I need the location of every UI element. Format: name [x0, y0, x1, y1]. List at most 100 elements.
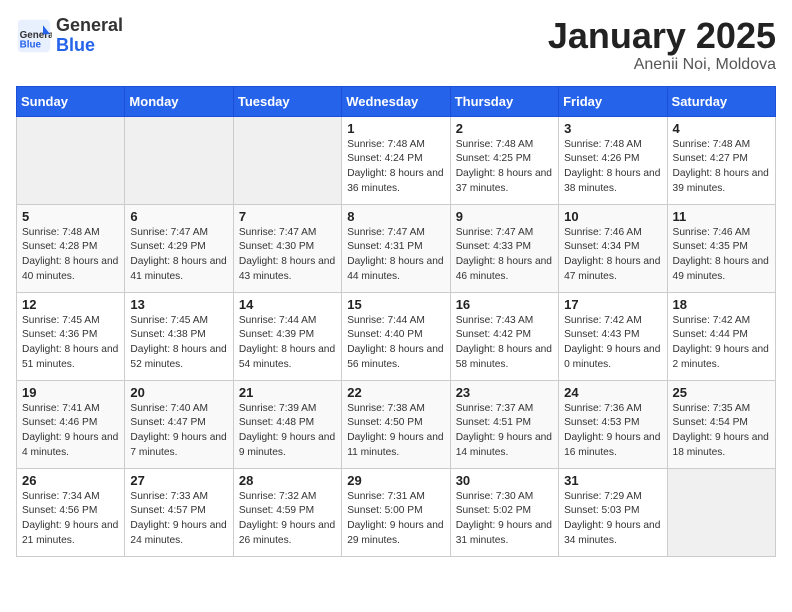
sunset-text: Sunset: 4:30 PM	[239, 241, 314, 252]
weekday-header-saturday: Saturday	[667, 86, 775, 116]
sunrise-text: Sunrise: 7:48 AM	[673, 139, 751, 150]
calendar-cell: 8Sunrise: 7:47 AMSunset: 4:31 PMDaylight…	[342, 204, 450, 292]
day-number: 1	[347, 121, 444, 136]
cell-content: Sunrise: 7:48 AMSunset: 4:24 PMDaylight:…	[347, 138, 444, 197]
day-number: 10	[564, 209, 661, 224]
sunset-text: Sunset: 4:42 PM	[456, 329, 531, 340]
calendar-cell: 27Sunrise: 7:33 AMSunset: 4:57 PMDayligh…	[125, 468, 233, 556]
sunrise-text: Sunrise: 7:36 AM	[564, 403, 642, 414]
weekday-row: SundayMondayTuesdayWednesdayThursdayFrid…	[17, 86, 776, 116]
day-number: 30	[456, 473, 553, 488]
calendar-week-3: 12 Sunrise: 7:45 AM Sunset: 4:36 PM Dayligh…	[17, 292, 776, 380]
logo-general-text: General	[56, 15, 123, 35]
sunset-text: Sunset: 4:34 PM	[564, 241, 639, 252]
cell-content: Sunrise: 7:39 AMSunset: 4:48 PMDaylight:…	[239, 402, 336, 461]
daylight-text: Daylight: 8 hours and 51 minutes.	[22, 344, 118, 370]
weekday-header-monday: Monday	[125, 86, 233, 116]
sunrise-text: Sunrise: 7:47 AM	[347, 227, 425, 238]
sunset-text: Sunset: 4:33 PM	[456, 241, 531, 252]
cell-content: Sunrise: 7:47 AMSunset: 4:30 PMDaylight:…	[239, 226, 336, 285]
sunrise-text: Sunrise: 7:44 AM	[239, 315, 317, 326]
day-number: 12	[22, 297, 119, 312]
calendar-cell: 5Sunrise: 7:48 AMSunset: 4:28 PMDaylight…	[17, 204, 125, 292]
location-subtitle: Anenii Noi, Moldova	[548, 56, 776, 74]
daylight-text: Daylight: 8 hours and 54 minutes.	[239, 344, 335, 370]
day-number: 9	[456, 209, 553, 224]
sunset-text: Sunset: 4:43 PM	[564, 329, 639, 340]
calendar-cell: 29Sunrise: 7:31 AMSunset: 5:00 PMDayligh…	[342, 468, 450, 556]
daylight-text: Daylight: 9 hours and 9 minutes.	[239, 432, 335, 458]
sunset-text: Sunset: 4:48 PM	[239, 417, 314, 428]
sunrise-text: Sunrise: 7:35 AM	[673, 403, 751, 414]
cell-content: Sunrise: 7:41 AMSunset: 4:46 PMDaylight:…	[22, 402, 119, 461]
sunset-text: Sunset: 4:27 PM	[673, 153, 748, 164]
cell-content: Sunrise: 7:46 AMSunset: 4:35 PMDaylight:…	[673, 226, 770, 285]
cell-content: Sunrise: 7:47 AMSunset: 4:31 PMDaylight:…	[347, 226, 444, 285]
calendar-cell: 7Sunrise: 7:47 AMSunset: 4:30 PMDaylight…	[233, 204, 341, 292]
daylight-text: Daylight: 8 hours and 39 minutes.	[673, 168, 769, 194]
sunrise-text: Sunrise: 7:47 AM	[130, 227, 208, 238]
sunset-text: Sunset: 4:36 PM	[22, 329, 97, 340]
sunrise-text: Sunrise: 7:48 AM	[456, 139, 534, 150]
calendar-cell: 6Sunrise: 7:47 AMSunset: 4:29 PMDaylight…	[125, 204, 233, 292]
cell-content: Sunrise: 7:38 AMSunset: 4:50 PMDaylight:…	[347, 402, 444, 461]
daylight-text: Daylight: 8 hours and 56 minutes.	[347, 344, 443, 370]
calendar-cell: 12 Sunrise: 7:45 AM Sunset: 4:36 PM Dayligh…	[17, 292, 125, 380]
cell-content: Sunrise: 7:30 AMSunset: 5:02 PMDaylight:…	[456, 490, 553, 549]
daylight-text: Daylight: 9 hours and 18 minutes.	[673, 432, 769, 458]
cell-content: Sunrise: 7:33 AMSunset: 4:57 PMDaylight:…	[130, 490, 227, 549]
sunset-text: Sunset: 4:35 PM	[673, 241, 748, 252]
sunset-text: Sunset: 4:47 PM	[130, 417, 205, 428]
sunrise-text: Sunrise: 7:46 AM	[564, 227, 642, 238]
sunset-text: Sunset: 4:38 PM	[130, 329, 205, 340]
sunset-text: Sunset: 4:59 PM	[239, 505, 314, 516]
calendar-week-5: 26Sunrise: 7:34 AMSunset: 4:56 PMDayligh…	[17, 468, 776, 556]
sunset-text: Sunset: 4:51 PM	[456, 417, 531, 428]
sunrise-text: Sunrise: 7:37 AM	[456, 403, 534, 414]
sunrise-text: Sunrise: 7:34 AM	[22, 491, 100, 502]
daylight-text: Daylight: 9 hours and 26 minutes.	[239, 520, 335, 546]
calendar-cell	[233, 116, 341, 204]
day-number: 28	[239, 473, 336, 488]
sunrise-text: Sunrise: 7:47 AM	[239, 227, 317, 238]
daylight-text: Daylight: 9 hours and 34 minutes.	[564, 520, 660, 546]
sunset-text: Sunset: 4:39 PM	[239, 329, 314, 340]
sunrise-text: Sunrise: 7:48 AM	[564, 139, 642, 150]
daylight-text: Daylight: 9 hours and 2 minutes.	[673, 344, 769, 370]
calendar-cell: 14Sunrise: 7:44 AMSunset: 4:39 PMDayligh…	[233, 292, 341, 380]
day-number: 20	[130, 385, 227, 400]
title-block: January 2025 Anenii Noi, Moldova	[548, 16, 776, 74]
sunrise-text: Sunrise: 7:45 AM	[22, 315, 100, 326]
cell-content: Sunrise: 7:42 AMSunset: 4:44 PMDaylight:…	[673, 314, 770, 373]
calendar-cell: 23Sunrise: 7:37 AMSunset: 4:51 PMDayligh…	[450, 380, 558, 468]
weekday-header-sunday: Sunday	[17, 86, 125, 116]
logo-icon: General Blue	[16, 18, 52, 54]
day-number: 5	[22, 209, 119, 224]
day-number: 3	[564, 121, 661, 136]
sunset-text: Sunset: 4:25 PM	[456, 153, 531, 164]
calendar-cell: 17Sunrise: 7:42 AMSunset: 4:43 PMDayligh…	[559, 292, 667, 380]
sunrise-text: Sunrise: 7:48 AM	[347, 139, 425, 150]
calendar-cell: 20 Sunrise: 7:40 AMSunset: 4:47 PMDayligh…	[125, 380, 233, 468]
calendar-cell: 19Sunrise: 7:41 AMSunset: 4:46 PMDayligh…	[17, 380, 125, 468]
calendar-cell: 9Sunrise: 7:47 AMSunset: 4:33 PMDaylight…	[450, 204, 558, 292]
calendar-week-2: 5Sunrise: 7:48 AMSunset: 4:28 PMDaylight…	[17, 204, 776, 292]
calendar-body: 1 Sunrise: 7:48 AMSunset: 4:24 PMDaylight…	[17, 116, 776, 556]
cell-content: Sunrise: 7:44 AM Sunset: 4:39 PM Daylight:…	[239, 314, 336, 373]
calendar-cell: 2Sunrise: 7:48 AMSunset: 4:25 PMDaylight…	[450, 116, 558, 204]
cell-content: Sunrise: 7:40 AMSunset: 4:47 PMDaylight:…	[130, 402, 227, 461]
calendar-cell	[667, 468, 775, 556]
cell-content: Sunrise: 7:47 AMSunset: 4:29 PMDaylight:…	[130, 226, 227, 285]
sunrise-text: Sunrise: 7:38 AM	[347, 403, 425, 414]
month-year-title: January 2025	[548, 16, 776, 56]
cell-content: Sunrise: 7:35 AMSunset: 4:54 PMDaylight:…	[673, 402, 770, 461]
weekday-header-thursday: Thursday	[450, 86, 558, 116]
cell-content: Sunrise: 7:45 AM Sunset: 4:36 PM Daylight:…	[22, 314, 119, 373]
daylight-text: Daylight: 9 hours and 21 minutes.	[22, 520, 118, 546]
daylight-text: Daylight: 8 hours and 37 minutes.	[456, 168, 552, 194]
sunset-text: Sunset: 4:29 PM	[130, 241, 205, 252]
sunrise-text: Sunrise: 7:31 AM	[347, 491, 425, 502]
sunset-text: Sunset: 5:00 PM	[347, 505, 422, 516]
daylight-text: Daylight: 8 hours and 52 minutes.	[130, 344, 226, 370]
calendar-cell: 13Sunrise: 7:45 AMSunset: 4:38 PMDayligh…	[125, 292, 233, 380]
